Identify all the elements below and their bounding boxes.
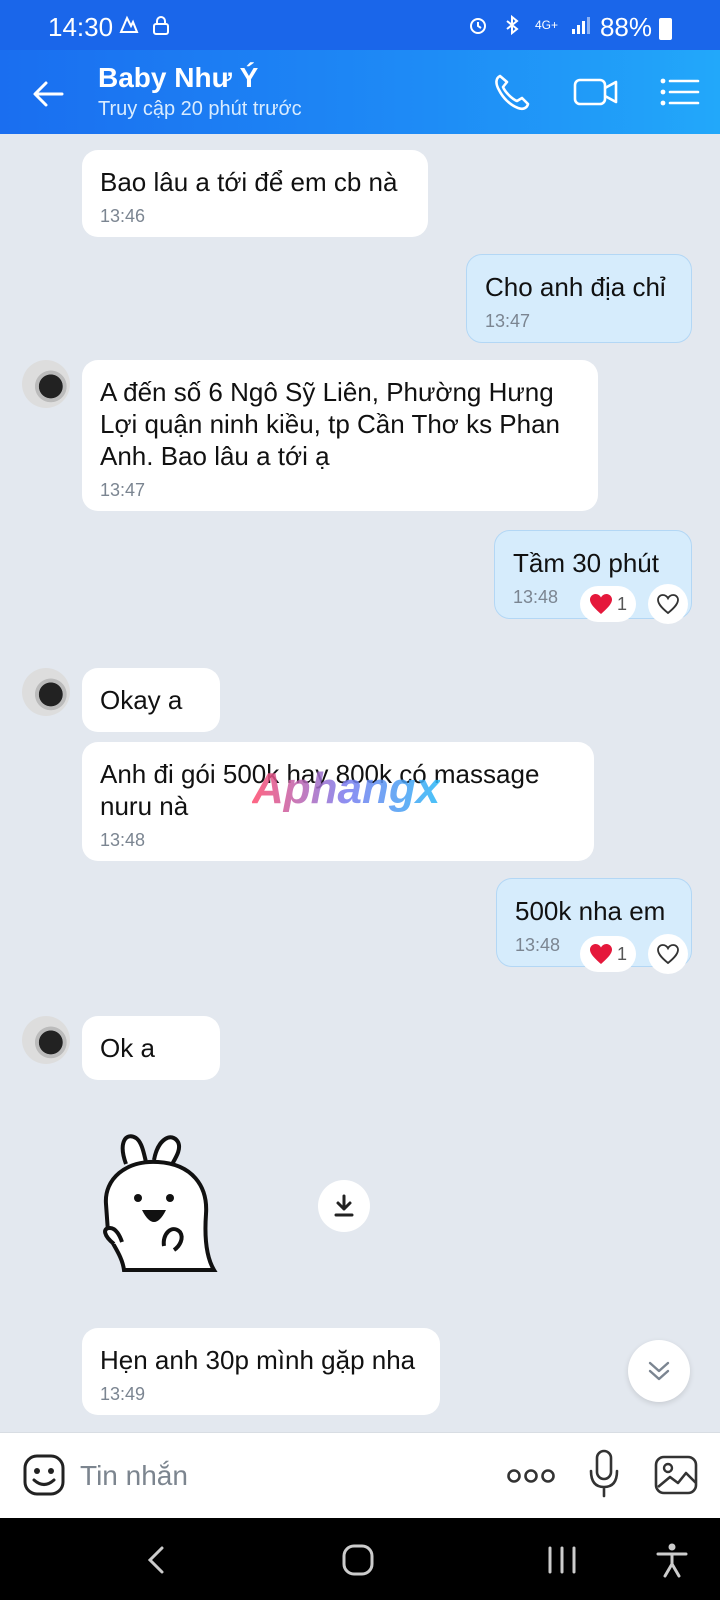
avatar[interactable] bbox=[22, 360, 70, 408]
message-text: Okay a bbox=[100, 685, 183, 715]
message-list[interactable]: Bao lâu a tới để em cb nà 13:46 Cho anh … bbox=[0, 134, 720, 1432]
battery-percent: 88% bbox=[599, 12, 652, 42]
phone-icon[interactable] bbox=[490, 72, 534, 112]
reaction-count: 1 bbox=[616, 943, 627, 964]
composer-bar bbox=[0, 1432, 720, 1518]
notification-icon bbox=[119, 15, 139, 33]
incoming-message[interactable]: Ok a bbox=[82, 1016, 220, 1080]
reaction-count: 1 bbox=[616, 593, 627, 614]
heart-filled-icon bbox=[589, 944, 612, 964]
battery-icon bbox=[659, 18, 672, 40]
status-time: 14:30 bbox=[48, 12, 114, 42]
last-seen-status: Truy cập 20 phút trước bbox=[98, 98, 302, 120]
incoming-message[interactable]: Hẹn anh 30p mình gặp nha 13:49 bbox=[82, 1328, 440, 1415]
status-left-icons bbox=[118, 14, 172, 36]
avatar[interactable] bbox=[22, 1016, 70, 1064]
arrow-left-icon[interactable] bbox=[28, 74, 68, 114]
avatar[interactable] bbox=[22, 668, 70, 716]
rabbit-sticker[interactable] bbox=[96, 1124, 226, 1274]
heart-outline-icon bbox=[657, 594, 679, 615]
nav-back-icon[interactable] bbox=[138, 1540, 178, 1580]
alarm-icon bbox=[469, 18, 486, 34]
nav-recent-apps-icon[interactable] bbox=[542, 1540, 582, 1580]
reaction-count-badge[interactable]: 1 bbox=[580, 936, 636, 972]
heart-outline-icon bbox=[657, 944, 679, 965]
scroll-to-bottom-button[interactable] bbox=[628, 1340, 690, 1402]
message-time: 13:48 bbox=[100, 830, 146, 850]
system-navigation-bar bbox=[0, 1518, 720, 1600]
message-text: Cho anh địa chỉ bbox=[485, 272, 666, 302]
chevron-double-down-icon bbox=[648, 1361, 670, 1381]
heart-filled-icon bbox=[589, 594, 612, 614]
message-text: Hẹn anh 30p mình gặp nha bbox=[100, 1345, 416, 1375]
reaction-count-badge[interactable]: 1 bbox=[580, 586, 636, 622]
status-bar: 14:30 4G+ 88% bbox=[0, 0, 720, 50]
incoming-message[interactable]: A đến số 6 Ngô Sỹ Liên, Phường Hưng Lợi … bbox=[82, 360, 598, 511]
incoming-message[interactable]: Okay a bbox=[82, 668, 220, 732]
message-text: A đến số 6 Ngô Sỹ Liên, Phường Hưng Lợi … bbox=[100, 377, 561, 471]
react-button[interactable] bbox=[648, 934, 688, 974]
lock-icon bbox=[153, 16, 169, 35]
nav-home-icon[interactable] bbox=[338, 1540, 378, 1580]
outgoing-message[interactable]: Cho anh địa chỉ 13:47 bbox=[466, 254, 692, 343]
emoji-icon[interactable] bbox=[22, 1453, 66, 1497]
message-time: 13:46 bbox=[100, 206, 146, 226]
message-text: Ok a bbox=[100, 1033, 155, 1063]
download-button[interactable] bbox=[318, 1180, 370, 1232]
more-dots-icon[interactable] bbox=[506, 1465, 556, 1487]
microphone-icon[interactable] bbox=[588, 1449, 620, 1499]
video-camera-icon[interactable] bbox=[572, 72, 620, 112]
watermark: Aphangx bbox=[252, 764, 441, 813]
list-menu-icon[interactable] bbox=[658, 72, 702, 112]
status-right-icons: 4G+ bbox=[467, 14, 592, 36]
signal-icon bbox=[572, 17, 590, 34]
bluetooth-icon bbox=[506, 14, 519, 36]
chat-header: Baby Như Ý Truy cập 20 phút trước bbox=[0, 50, 720, 134]
react-button[interactable] bbox=[648, 584, 688, 624]
contact-name[interactable]: Baby Như Ý bbox=[98, 62, 258, 94]
image-icon[interactable] bbox=[654, 1455, 698, 1495]
message-text: Tầm 30 phút bbox=[513, 548, 659, 578]
message-input[interactable] bbox=[80, 1451, 460, 1501]
network-label: 4G+ bbox=[534, 18, 558, 32]
message-time: 13:47 bbox=[485, 311, 531, 331]
message-text: 500k nha em bbox=[515, 896, 666, 926]
message-time: 13:49 bbox=[100, 1384, 146, 1404]
accessibility-icon[interactable] bbox=[652, 1540, 692, 1580]
incoming-message[interactable]: Bao lâu a tới để em cb nà 13:46 bbox=[82, 150, 428, 237]
download-icon bbox=[334, 1194, 354, 1217]
message-text: Bao lâu a tới để em cb nà bbox=[100, 167, 398, 197]
message-time: 13:47 bbox=[100, 480, 146, 500]
